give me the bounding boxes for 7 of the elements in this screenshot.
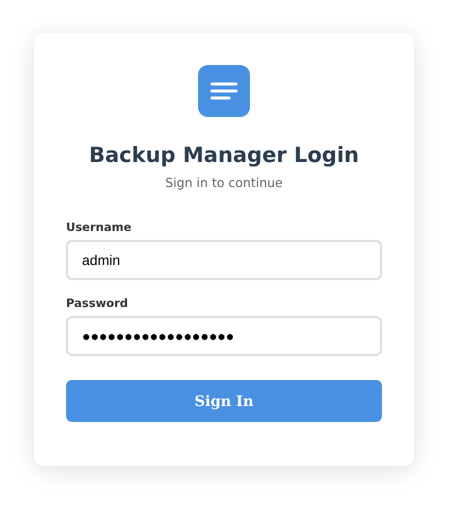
field-label: Password — [66, 296, 128, 310]
login-title: Backup Manager Login — [88, 143, 359, 167]
field-label: Username — [66, 220, 132, 234]
input-field[interactable]: admin — [66, 240, 382, 280]
input-field[interactable]: ●●●●●●●●●●●●●●●●●● — [66, 316, 382, 356]
login-subtitle: Sign in to continue — [165, 175, 283, 190]
menu-lines-icon — [198, 65, 250, 117]
